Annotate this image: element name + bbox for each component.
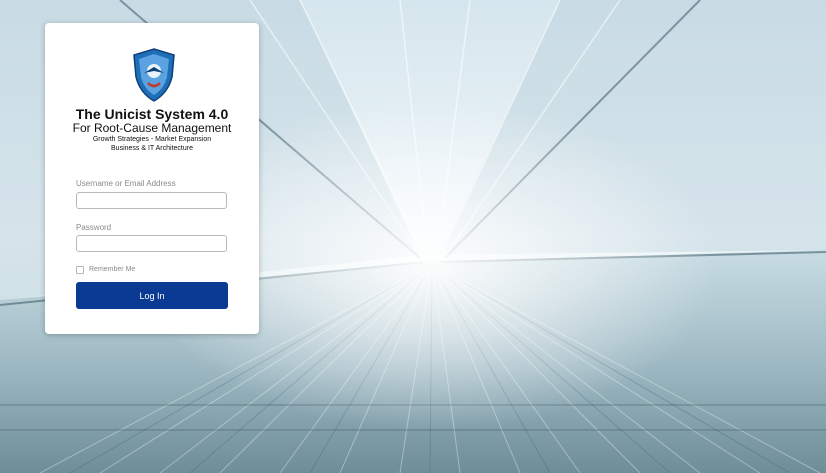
username-label: Username or Email Address (76, 179, 176, 188)
log-in-button[interactable]: Log In (76, 282, 228, 309)
password-label: Password (76, 223, 112, 232)
remember-me-checkbox[interactable] (76, 266, 84, 274)
remember-me-label[interactable]: Remember Me (89, 266, 135, 273)
password-input[interactable] (76, 235, 227, 252)
username-input[interactable] (76, 192, 227, 209)
tagline-growth: Growth Strategies - Market Expansion (92, 136, 212, 143)
app-subtitle: For Root-Cause Management (72, 121, 232, 135)
login-card: The Unicist System 4.0 For Root-Cause Ma… (45, 23, 259, 334)
tagline-architecture: Business & IT Architecture (111, 145, 193, 152)
unicist-shield-logo (133, 48, 175, 102)
app-title: The Unicist System 4.0 (75, 106, 229, 122)
